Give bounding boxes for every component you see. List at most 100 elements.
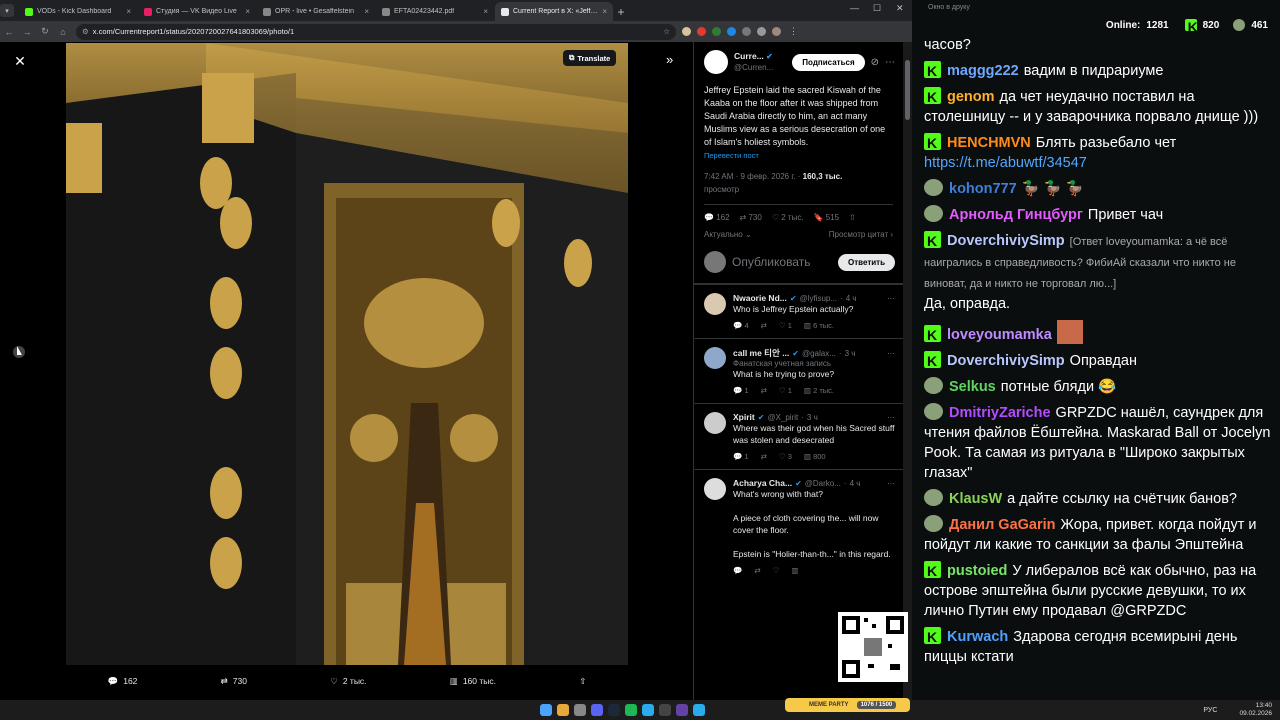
author-handle[interactable]: @Curren... bbox=[734, 62, 773, 73]
more-icon[interactable]: ⋯ bbox=[887, 413, 895, 422]
chat-username[interactable]: genom bbox=[947, 89, 995, 105]
tab-pdf[interactable]: EFTA02423442.pdf × bbox=[376, 2, 494, 21]
reply-action[interactable]: 💬 162 bbox=[108, 676, 138, 687]
reply-stat[interactable]: 💬 bbox=[733, 566, 742, 575]
back-icon[interactable]: ← bbox=[0, 27, 18, 37]
chat-username[interactable]: pustoied bbox=[947, 563, 1007, 579]
chat-username[interactable]: maggg222 bbox=[947, 63, 1019, 79]
close-window-icon[interactable]: ✕ bbox=[896, 3, 904, 14]
reply-stat[interactable]: ⇄ bbox=[761, 386, 767, 395]
reply-button[interactable]: Ответить bbox=[838, 253, 895, 271]
reply-time[interactable]: 4 ч bbox=[846, 294, 857, 303]
bookmark-stat[interactable]: 🔖 515 bbox=[814, 213, 840, 222]
like-action[interactable]: ♡ 2 тыс. bbox=[330, 676, 366, 687]
chat-username[interactable]: DoverchiviySimp bbox=[947, 233, 1065, 249]
download-icon[interactable] bbox=[757, 27, 766, 36]
view-quotes-link[interactable]: Просмотр цитат › bbox=[829, 230, 893, 239]
reply-handle[interactable]: @X_pirit bbox=[767, 413, 798, 422]
explorer-icon[interactable] bbox=[574, 704, 586, 716]
translate-post-link[interactable]: Перевести пост bbox=[694, 149, 903, 162]
new-tab-button[interactable]: + bbox=[613, 2, 629, 21]
reply-tweet[interactable]: Acharya Cha... ✔ @Darko... · 4 ч ⋯ What'… bbox=[694, 469, 903, 583]
reply-stat[interactable]: ⇄ bbox=[761, 321, 767, 330]
telegram-icon[interactable] bbox=[693, 704, 705, 716]
reply-tweet[interactable]: Nwaorie Nd... ✔ @lyfisup... · 4 ч ⋯ Who … bbox=[694, 284, 903, 338]
tab-current-report[interactable]: Current Report в X: «Jeffrey Ep...× bbox=[495, 2, 613, 21]
reply-author-name[interactable]: Nwaorie Nd... bbox=[733, 293, 787, 303]
reply-handle[interactable]: @lyfisup... bbox=[800, 294, 837, 303]
chat-username[interactable]: Арнольд Гинцбург bbox=[949, 207, 1083, 223]
share-icon[interactable]: ⇧ bbox=[849, 213, 856, 222]
extension-icon[interactable] bbox=[697, 27, 706, 36]
close-icon[interactable]: × bbox=[245, 7, 250, 16]
home-icon[interactable]: ⌂ bbox=[54, 27, 72, 37]
chat-username[interactable]: loveyoumamka bbox=[947, 327, 1052, 343]
close-icon[interactable]: × bbox=[126, 7, 131, 16]
discord-icon[interactable] bbox=[591, 704, 603, 716]
extension-icon[interactable] bbox=[712, 27, 721, 36]
chat-username[interactable]: DoverchiviySimp bbox=[947, 353, 1065, 369]
share-action[interactable]: ⇧ bbox=[579, 676, 586, 687]
tab-vk-studio[interactable]: Студия — VK Видео Live × bbox=[138, 2, 256, 21]
chat-username[interactable]: KlausW bbox=[949, 491, 1002, 507]
reply-author-name[interactable]: Xpirit bbox=[733, 412, 755, 422]
reply-time[interactable]: 3 ч bbox=[845, 349, 856, 358]
reply-tweet[interactable]: Xpirit ✔ @X_pirit · 3 ч ⋯ Where was thei… bbox=[694, 403, 903, 469]
chat-username[interactable]: Данил GaGarin bbox=[949, 517, 1056, 533]
chat-username[interactable]: kohon777 bbox=[949, 181, 1017, 197]
maximize-icon[interactable]: ☐ bbox=[873, 3, 881, 14]
repost-stat[interactable]: ⇄ 730 bbox=[740, 213, 762, 222]
windows-start-icon[interactable] bbox=[540, 704, 552, 716]
reply-stat[interactable]: ⇄ bbox=[761, 452, 767, 461]
chat-username[interactable]: Kurwach bbox=[947, 629, 1008, 645]
forward-icon[interactable]: → bbox=[18, 27, 36, 37]
close-icon[interactable]: × bbox=[602, 7, 607, 16]
more-icon[interactable]: ⋯ bbox=[885, 57, 895, 68]
author-avatar[interactable] bbox=[704, 50, 728, 74]
reply-author-name[interactable]: call me 티안 ... bbox=[733, 347, 789, 359]
follow-button[interactable]: Подписаться bbox=[792, 53, 865, 71]
minimize-icon[interactable]: — bbox=[850, 3, 859, 13]
clock[interactable]: 13:40 09.02.2026 bbox=[1239, 702, 1272, 718]
like-stat[interactable]: ♡ 2 тыс. bbox=[772, 213, 804, 222]
tweet-time[interactable]: 7:42 AM · 9 февр. 2026 г. · bbox=[704, 172, 800, 181]
reply-input[interactable]: Опубликовать bbox=[732, 255, 810, 269]
reply-avatar[interactable] bbox=[704, 347, 726, 369]
reply-avatar[interactable] bbox=[704, 412, 726, 434]
telegram-icon[interactable] bbox=[642, 704, 654, 716]
more-icon[interactable]: ⋯ bbox=[887, 294, 895, 303]
reply-stat[interactable]: 💬 162 bbox=[704, 213, 730, 222]
reply-stat[interactable]: ♡ bbox=[773, 566, 780, 575]
reply-stat[interactable]: ▥ bbox=[791, 566, 798, 575]
reply-avatar[interactable] bbox=[704, 293, 726, 315]
reply-stat[interactable]: ▥ 2 тыс. bbox=[804, 386, 834, 395]
tab-kick-dashboard[interactable]: VODs - Kick Dashboard × bbox=[19, 2, 137, 21]
scrollbar-thumb[interactable] bbox=[905, 60, 910, 120]
reply-stat[interactable]: 💬 4 bbox=[733, 321, 749, 330]
reply-avatar[interactable] bbox=[704, 478, 726, 500]
spotify-icon[interactable] bbox=[625, 704, 637, 716]
tab-search-icon[interactable]: ▾ bbox=[0, 4, 14, 17]
more-icon[interactable]: ⋯ bbox=[887, 349, 895, 358]
reply-stat[interactable]: 💬 1 bbox=[733, 452, 749, 461]
reply-stat[interactable]: ♡ 1 bbox=[779, 321, 792, 330]
reply-stat[interactable]: ♡ 1 bbox=[779, 386, 792, 395]
obs-icon[interactable] bbox=[659, 704, 671, 716]
chat-link[interactable]: https://t.me/abuwtf/34547 bbox=[924, 155, 1087, 171]
close-viewer-icon[interactable]: ✕ bbox=[11, 52, 29, 70]
reload-icon[interactable]: ↻ bbox=[36, 26, 54, 37]
language-indicator[interactable]: РУС bbox=[1203, 707, 1217, 714]
extension-icon[interactable] bbox=[682, 27, 691, 36]
more-icon[interactable]: ⋯ bbox=[887, 479, 895, 488]
extensions-puzzle-icon[interactable] bbox=[742, 27, 751, 36]
chat-username[interactable]: DmitriyZariche bbox=[949, 405, 1051, 421]
reply-handle[interactable]: @Darko... bbox=[805, 479, 841, 488]
tab-opr-live[interactable]: OPR - live • Gesaffelstein × bbox=[257, 2, 375, 21]
chat-username[interactable]: Selkus bbox=[949, 379, 996, 395]
steam-icon[interactable] bbox=[608, 704, 620, 716]
chat-username[interactable]: HENCHMVN bbox=[947, 135, 1031, 151]
chrome-icon[interactable] bbox=[557, 704, 569, 716]
profile-avatar-icon[interactable] bbox=[772, 27, 781, 36]
reply-author-name[interactable]: Acharya Cha... bbox=[733, 478, 792, 488]
reply-stat[interactable]: ♡ 3 bbox=[779, 452, 792, 461]
